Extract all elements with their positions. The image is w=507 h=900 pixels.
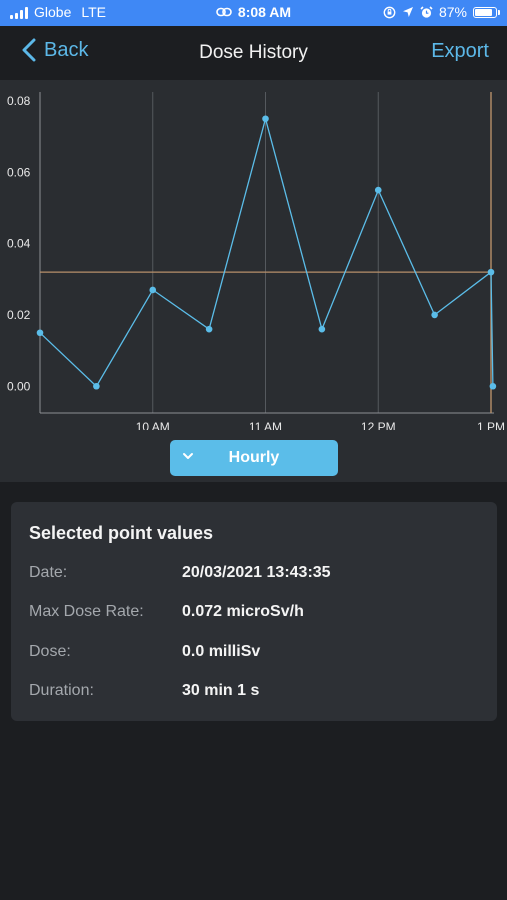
x-tick-label: 11 AM: [249, 420, 282, 430]
battery-icon: [473, 6, 500, 18]
selected-point-card: Selected point values Date: 20/03/2021 1…: [11, 502, 497, 721]
detail-label: Dose:: [29, 643, 71, 660]
detail-value: 0.0 milliSv: [182, 643, 261, 660]
clock-time: 8:08 AM: [237, 4, 292, 20]
data-point[interactable]: [318, 325, 326, 333]
battery-level: [475, 8, 492, 16]
detail-value: 20/03/2021 13:43:35: [182, 564, 331, 581]
series-line: [39, 116, 494, 388]
detail-label: Duration:: [29, 682, 94, 699]
data-point[interactable]: [205, 325, 213, 333]
detail-label: Max Dose Rate:: [29, 603, 144, 620]
chevron-down-icon: [183, 453, 193, 459]
export-button[interactable]: Export: [431, 40, 489, 63]
data-point[interactable]: [431, 311, 438, 319]
data-point[interactable]: [487, 268, 495, 276]
detail-value: 0.072 microSv/h: [182, 603, 304, 620]
detail-row-date: Date: 20/03/2021 13:43:35: [29, 564, 479, 584]
data-point[interactable]: [262, 115, 269, 123]
y-tick-label: 0.00: [7, 379, 31, 393]
status-bar: Globe LTE 8:08 AM 87%: [0, 0, 507, 26]
navigation-bar: Back Dose History Export: [0, 26, 507, 80]
data-point[interactable]: [36, 329, 44, 337]
status-right: 87%: [383, 4, 500, 20]
period-dropdown-button[interactable]: Hourly: [170, 440, 338, 476]
data-point[interactable]: [149, 286, 157, 294]
detail-row-duration: Duration: 30 min 1 s: [29, 682, 479, 702]
location-arrow-icon: [402, 7, 413, 17]
data-point[interactable]: [374, 186, 382, 194]
dose-history-chart[interactable]: 0.00 0.02 0.04 0.06 0.08 10 AM 11 AM 12 PM 1 PM: [0, 80, 507, 430]
card-title: Selected point values: [29, 523, 214, 543]
y-tick-label: 0.02: [7, 308, 31, 322]
detail-row-dose: Dose: 0.0 milliSv: [29, 643, 479, 663]
x-tick-label: 1 PM: [477, 420, 505, 430]
y-tick-label: 0.04: [7, 237, 31, 251]
x-tick-label: 12 PM: [361, 420, 396, 430]
y-tick-label: 0.06: [7, 165, 31, 179]
detail-row-max-dose-rate: Max Dose Rate: 0.072 microSv/h: [29, 603, 479, 623]
orientation-lock-icon: [383, 6, 396, 18]
data-point[interactable]: [93, 382, 100, 390]
alarm-clock-icon: [420, 5, 433, 18]
x-tick-label: 10 AM: [136, 420, 170, 430]
y-tick-label: 0.08: [7, 94, 31, 108]
data-point[interactable]: [489, 382, 497, 390]
detail-value: 30 min 1 s: [182, 682, 260, 699]
link-icon: [216, 7, 232, 17]
battery-percent: 87%: [438, 4, 467, 20]
detail-label: Date:: [29, 564, 68, 581]
chart-section: 0.00 0.02 0.04 0.06 0.08 10 AM 11 AM 12 PM 1 PM…: [0, 80, 507, 482]
period-label: Hourly: [228, 449, 280, 466]
